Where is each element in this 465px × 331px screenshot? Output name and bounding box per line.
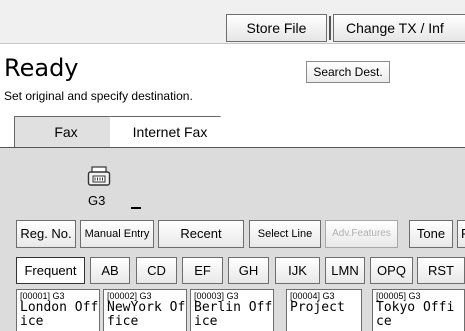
- tab-ef[interactable]: EF: [182, 257, 223, 284]
- reg-no-button[interactable]: Reg. No.: [16, 220, 76, 248]
- tab-ijk[interactable]: IJK: [275, 257, 320, 284]
- destination-name: London Off: [20, 300, 99, 315]
- change-tx-button[interactable]: Change TX / Inf: [333, 14, 465, 42]
- select-line-button[interactable]: Select Line: [249, 220, 321, 248]
- destination-key[interactable]: [00005] G3 Tokyo Offi ce: [372, 289, 465, 331]
- store-file-button[interactable]: Store File: [226, 14, 327, 42]
- tab-cd[interactable]: CD: [136, 257, 177, 284]
- tab-internet-fax[interactable]: Internet Fax: [110, 116, 230, 148]
- status-title: Ready: [4, 54, 79, 82]
- tab-lmn[interactable]: LMN: [325, 257, 365, 284]
- destination-cursor: [131, 207, 141, 209]
- tab-fax[interactable]: Fax: [14, 116, 118, 148]
- tab-internet-fax-label: Internet Fax: [132, 124, 208, 140]
- destination-name-cont: ice: [20, 314, 44, 329]
- destination-name: Berlin Off: [194, 300, 273, 315]
- destination-name-cont: ice: [194, 314, 218, 329]
- destination-key[interactable]: [00001] G3 London Off ice: [16, 289, 100, 331]
- recent-button[interactable]: Recent: [158, 220, 244, 248]
- divider: [329, 16, 331, 40]
- tab-frequent[interactable]: Frequent: [16, 257, 85, 284]
- destination-name: Tokyo Offi: [376, 300, 455, 315]
- destination-key[interactable]: [00002] G3 NewYork Of fice: [103, 289, 187, 331]
- destination-key[interactable]: [00003] G3 Berlin Off ice: [190, 289, 274, 331]
- tab-fax-label: Fax: [54, 124, 78, 140]
- tab-rst[interactable]: RST: [417, 257, 465, 284]
- tab-ab[interactable]: AB: [90, 257, 130, 284]
- adv-features-button[interactable]: Adv.Features: [325, 220, 398, 248]
- tone-button[interactable]: Tone: [409, 220, 453, 248]
- manual-entry-button[interactable]: Manual Entry: [80, 220, 154, 248]
- destination-name-cont: ce: [376, 314, 392, 329]
- destination-name: Project: [290, 300, 345, 315]
- pause-button-partial[interactable]: P: [457, 220, 465, 248]
- destination-key[interactable]: [00004] G3 Project: [286, 289, 362, 331]
- line-label: G3: [88, 193, 106, 208]
- search-dest-button[interactable]: Search Dest.: [306, 61, 390, 83]
- status-instruction: Set original and specify destination.: [4, 89, 193, 103]
- destination-name: NewYork Of: [107, 300, 186, 315]
- tab-opq[interactable]: OPQ: [370, 257, 413, 284]
- tab-gh[interactable]: GH: [228, 257, 269, 284]
- fax-machine-icon: [87, 166, 111, 186]
- destination-name-cont: fice: [107, 314, 139, 329]
